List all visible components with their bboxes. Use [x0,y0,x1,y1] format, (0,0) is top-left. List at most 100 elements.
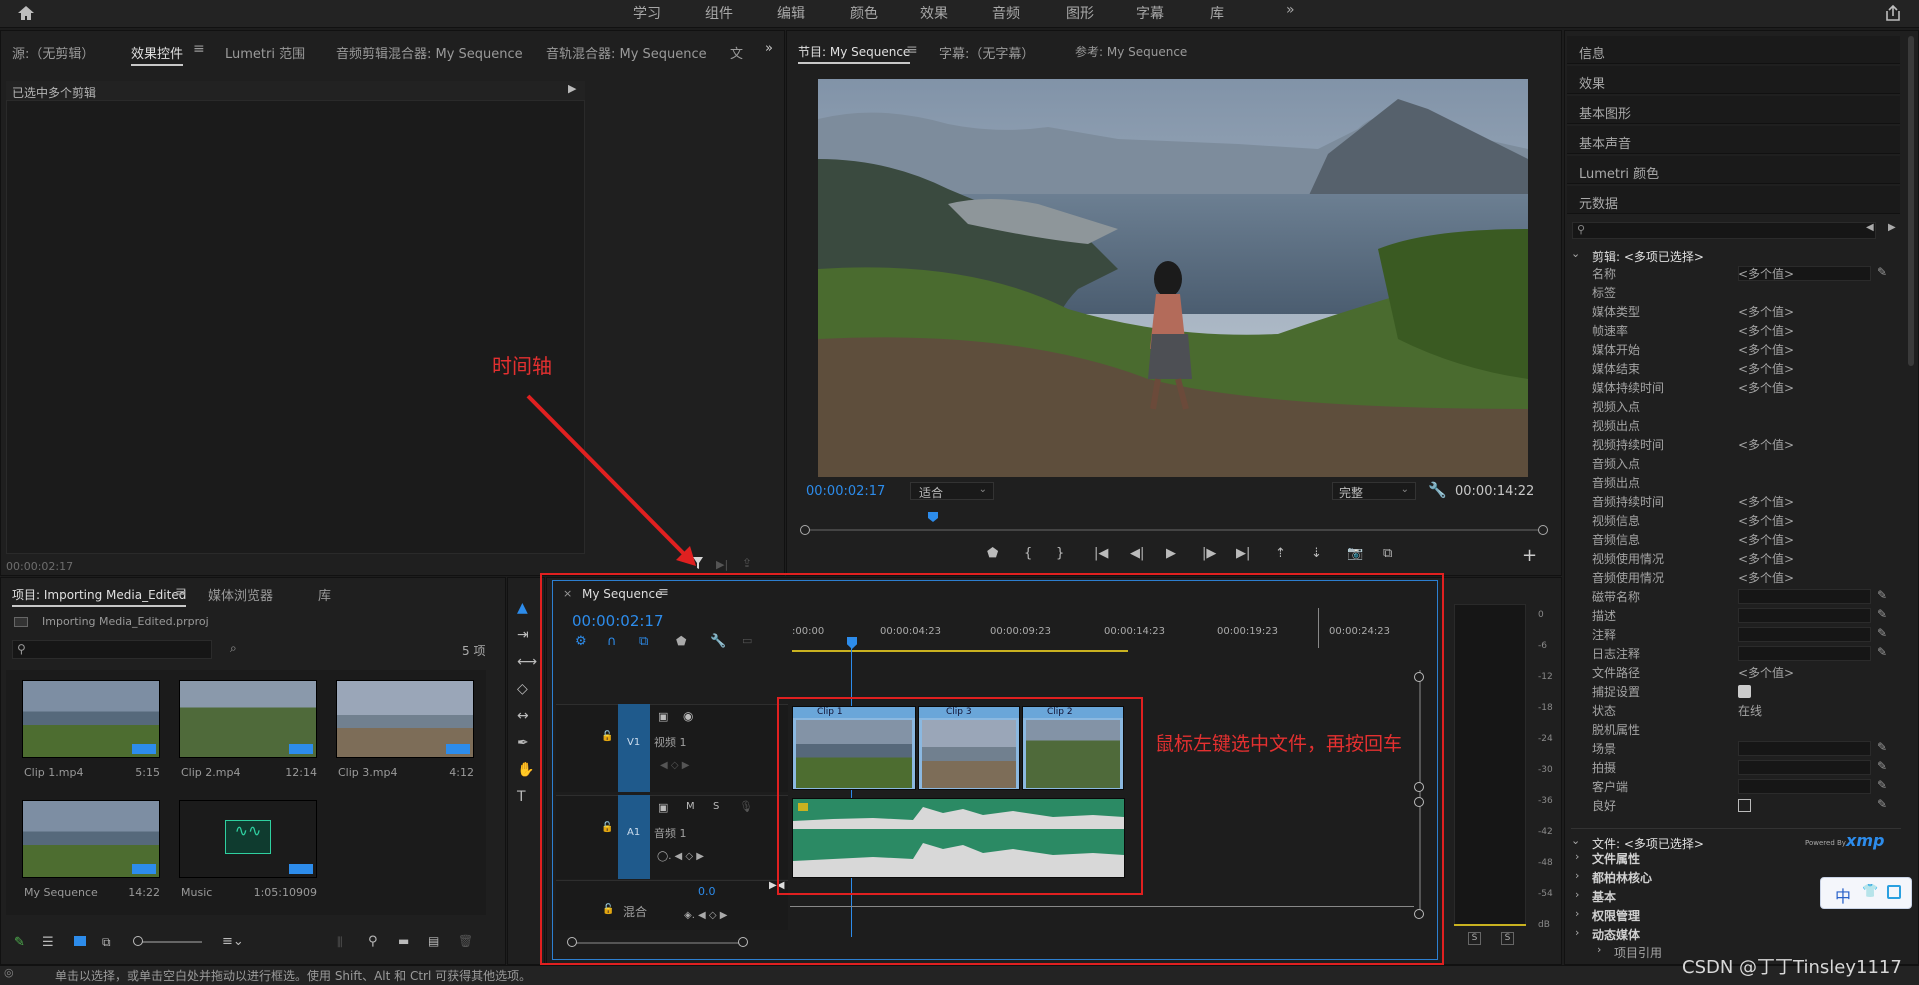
meta-group-4[interactable]: 动态媒体 [1592,926,1640,943]
chevron-right-icon[interactable]: › [1575,869,1579,882]
quality-dropdown[interactable]: 完整 ⌄ [1332,482,1416,500]
lift-icon[interactable]: ⇡ [1275,546,1286,561]
meta-field-20[interactable] [1738,646,1871,661]
chevron-right-icon[interactable]: › [1575,907,1579,920]
play-icon[interactable]: ▶ [1166,546,1176,561]
workspace-tab-2[interactable]: 编辑 [777,3,805,23]
meta-field-18[interactable] [1738,608,1871,623]
tab-captions[interactable]: 字幕:（无字幕） [939,43,1034,62]
export-icon[interactable]: ⇪ [742,556,752,570]
panel-menu-icon[interactable]: ≡ [193,41,205,57]
meta-group-3[interactable]: 权限管理 [1592,907,1640,924]
meta-field-25[interactable] [1738,741,1871,756]
project-search-input[interactable]: ⚲ [12,640,212,659]
new-bin-icon[interactable]: ▬ [398,934,409,948]
program-scrub-bar[interactable] [804,529,1544,531]
overflow-icon[interactable]: » [765,41,773,56]
pen-icon[interactable]: ✎ [1877,759,1887,773]
tab-source[interactable]: 源:（无剪辑） [12,43,94,62]
mark-out-icon[interactable]: } [1056,546,1064,561]
pen-icon[interactable]: ✎ [1877,778,1887,792]
pen-icon[interactable]: ✎ [1877,645,1887,659]
freeform-view-icon[interactable]: ⧉ [102,935,111,950]
metadata-search-input[interactable]: ⚲ [1572,222,1876,239]
zoom-slider-handle[interactable] [133,936,143,946]
workspace-tab-6[interactable]: 图形 [1066,3,1094,23]
project-item-name-2[interactable]: Clip 3.mp4 [338,766,397,779]
go-to-in-icon[interactable]: |◀ [1094,546,1108,561]
slip-icon[interactable]: ↔ [517,708,529,724]
meter-solo-right[interactable]: S [1501,932,1514,945]
workspace-tab-1[interactable]: 组件 [705,3,733,23]
marker-icon[interactable]: ⬟ [987,546,998,561]
selection-tool-icon[interactable]: ▲ [517,600,528,616]
chevron-right-icon[interactable]: › [1575,888,1579,901]
camera-icon[interactable]: 📷 [1347,546,1363,561]
ripple-edit-icon[interactable]: ⟷ [517,654,537,670]
sort-icon[interactable]: ≡⌄ [222,934,244,949]
go-to-out-icon[interactable]: ▶| [1236,546,1250,561]
track-select-icon[interactable]: ⇥ [517,627,529,643]
next-icon[interactable]: ▶ [1888,222,1896,233]
program-current-timecode[interactable]: 00:00:02:17 [806,484,885,499]
pen-icon[interactable]: ✎ [1877,588,1887,602]
chevron-right-icon[interactable]: › [1597,943,1601,956]
chevron-right-icon[interactable]: › [1575,850,1579,863]
share-icon[interactable] [1884,4,1904,22]
zoom-slider[interactable] [134,941,202,943]
tab-library[interactable]: 库 [318,585,331,604]
step-back-icon[interactable]: ◀| [1130,546,1144,561]
hand-icon[interactable]: ✋ [517,762,534,778]
chevron-down-icon[interactable]: ⌄ [1571,834,1580,847]
meta-group-2[interactable]: 基本 [1592,888,1616,905]
tab-lumetri-scopes[interactable]: Lumetri 范围 [225,43,305,62]
ime-toolbar[interactable]: 中 👕 [1820,877,1912,909]
pen-icon[interactable]: ✎ [1877,797,1887,811]
pen-icon[interactable]: ✎ [1877,265,1887,279]
meta-group-1[interactable]: 都柏林核心 [1592,869,1652,886]
tab-media-browser[interactable]: 媒体浏览器 [208,585,273,604]
new-item-icon[interactable]: ▤ [428,934,439,948]
extract-icon[interactable]: ⇣ [1311,546,1322,561]
pen-tool-icon[interactable]: ✒ [517,735,529,751]
workspace-tab-4[interactable]: 效果 [920,3,948,23]
list-view-icon[interactable]: ☰ [42,935,54,950]
home-icon[interactable] [16,4,36,22]
fit-dropdown[interactable]: 适合 ⌄ [910,482,994,500]
mark-in-icon[interactable]: { [1024,546,1032,561]
tab-audio-clip-mixer[interactable]: 音频剪辑混合器: My Sequence [336,43,523,62]
capture-toggle[interactable] [1738,685,1751,698]
pen-icon[interactable]: ✎ [1877,607,1887,621]
prev-icon[interactable]: ◀ [1866,222,1874,233]
meter-solo-left[interactable]: S [1468,932,1481,945]
good-checkbox[interactable] [1738,799,1751,812]
expand-arrow-icon[interactable]: ▶ [568,82,576,95]
tab-audio-track-mixer[interactable]: 音轨混合器: My Sequence [546,43,707,62]
scrub-start-handle[interactable] [800,525,810,535]
icon-view-icon[interactable] [74,936,86,946]
razor-icon[interactable]: ◇ [517,681,528,697]
right-scrollbar[interactable] [1908,36,1914,366]
project-item-name-3[interactable]: My Sequence [24,886,98,899]
meta-field-17[interactable] [1738,589,1871,604]
compare-icon[interactable]: ⧉ [1383,546,1392,561]
scrub-end-handle[interactable] [1538,525,1548,535]
wrench-icon[interactable]: 🔧 [1428,481,1447,499]
project-item-name-0[interactable]: Clip 1.mp4 [24,766,83,779]
right-item-0[interactable] [1567,36,1900,64]
chevron-down-icon[interactable]: ⌄ [1571,247,1580,260]
tab-effect-controls[interactable]: 效果控件 [131,43,184,66]
pencil-icon[interactable]: ✎ [14,935,25,950]
find-icon[interactable]: ⚲ [368,934,378,949]
workspace-tab-0[interactable]: 学习 [633,3,661,23]
meta-group-0[interactable]: 文件属性 [1592,850,1640,867]
meta-field-26[interactable] [1738,760,1871,775]
tab-text[interactable]: 文 [730,43,743,62]
workspace-tab-8[interactable]: 库 [1210,3,1224,23]
tab-reference[interactable]: 参考: My Sequence [1075,43,1187,60]
workspace-tab-5[interactable]: 音频 [992,3,1020,23]
pen-icon[interactable]: ✎ [1877,626,1887,640]
program-menu-icon[interactable]: ≡ [906,42,918,58]
tab-program[interactable]: 节目: My Sequence [798,43,911,64]
pen-icon[interactable]: ✎ [1877,740,1887,754]
